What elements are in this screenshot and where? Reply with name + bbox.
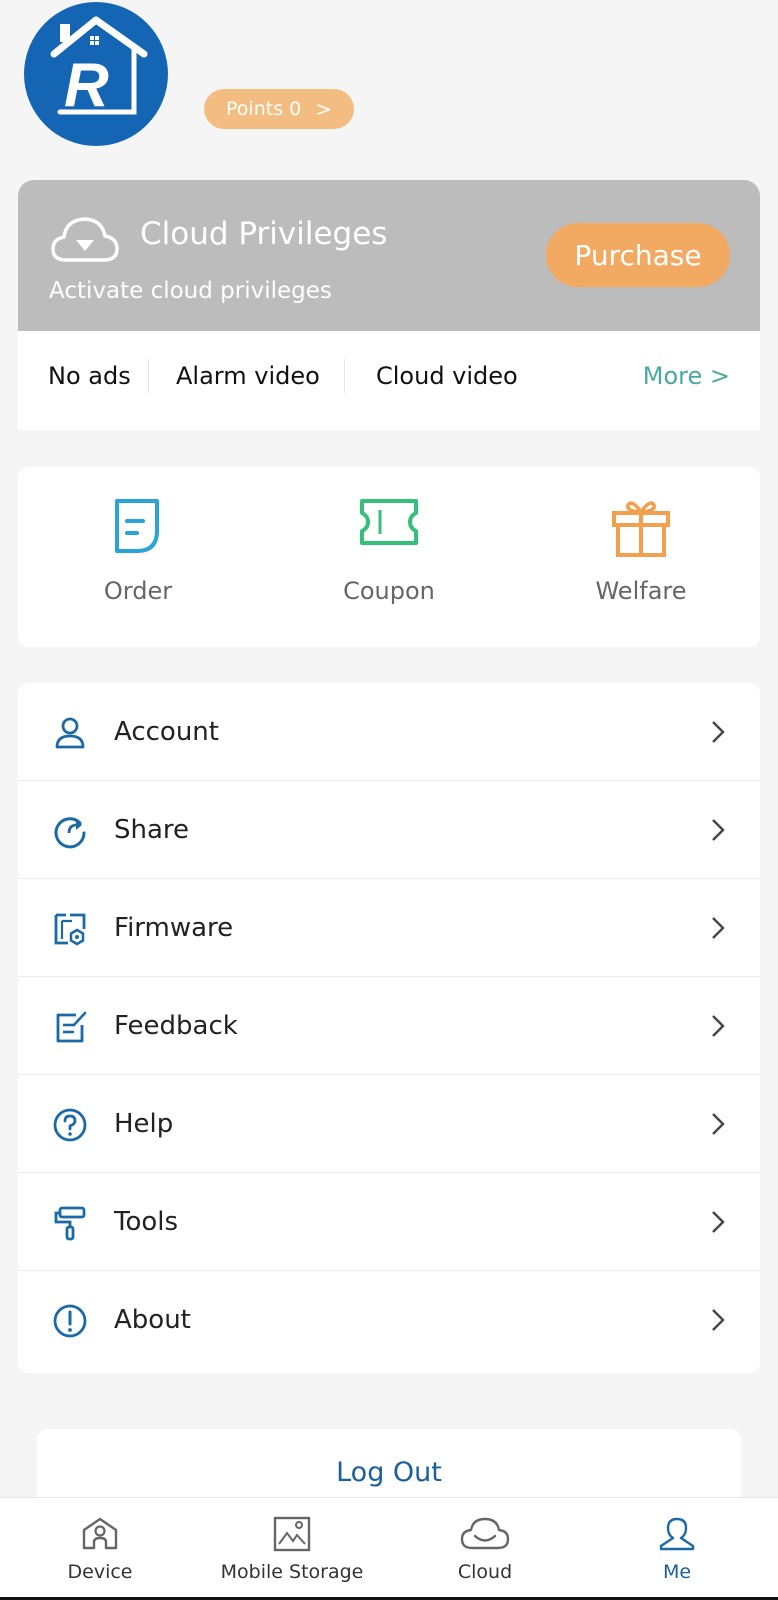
chevron-right-icon: > xyxy=(315,97,332,121)
coupon-ticket-icon xyxy=(360,499,418,545)
menu-item-label: Tools xyxy=(114,1207,179,1237)
perk-divider xyxy=(148,359,149,393)
help-question-icon xyxy=(53,1108,87,1142)
avatar[interactable]: R xyxy=(24,2,168,146)
quick-welfare-label: Welfare xyxy=(595,577,687,605)
menu-item-label: Share xyxy=(114,815,190,845)
menu-item-tools[interactable]: Tools xyxy=(18,1173,760,1271)
svg-text:R: R xyxy=(64,51,109,120)
quick-order[interactable]: Order xyxy=(38,467,238,647)
menu-item-account[interactable]: Account xyxy=(18,683,760,781)
feedback-edit-icon xyxy=(56,1011,87,1043)
home-device-icon xyxy=(82,1517,118,1550)
chevron-right-icon xyxy=(712,1015,725,1037)
tab-device-label: Device xyxy=(67,1561,133,1583)
cloud-privileges-title: Cloud Privileges xyxy=(140,216,388,252)
menu-item-label: Firmware xyxy=(114,913,234,943)
tab-device[interactable]: Device xyxy=(3,1498,197,1598)
menu-item-label: Feedback xyxy=(114,1011,238,1041)
perk-cloud-video: Cloud video xyxy=(376,362,518,390)
cloud-privileges-banner[interactable]: Cloud Privileges Activate cloud privileg… xyxy=(18,180,760,331)
tab-cloud-label: Cloud xyxy=(457,1561,513,1583)
info-exclamation-icon xyxy=(53,1304,87,1338)
tab-mobile-storage[interactable]: Mobile Storage xyxy=(195,1498,389,1598)
cloud-icon xyxy=(460,1517,510,1550)
points-button[interactable]: Points 0 > xyxy=(204,89,354,129)
settings-menu: Account Share Firmware Feedback Help Too… xyxy=(18,683,760,1373)
perk-no-ads: No ads xyxy=(48,362,131,390)
firmware-icon xyxy=(54,913,86,946)
image-gallery-icon xyxy=(273,1516,311,1552)
menu-item-label: About xyxy=(114,1305,191,1335)
menu-item-label: Help xyxy=(114,1109,174,1139)
person-icon xyxy=(659,1517,695,1551)
chevron-right-icon xyxy=(712,917,725,939)
cloud-privileges-card: Cloud Privileges Activate cloud privileg… xyxy=(18,180,760,430)
logout-label: Log Out xyxy=(336,1457,442,1488)
chevron-right-icon xyxy=(712,721,725,743)
quick-welfare[interactable]: Welfare xyxy=(541,467,741,647)
share-refresh-icon xyxy=(54,817,86,849)
user-icon xyxy=(55,717,85,749)
perk-alarm-video: Alarm video xyxy=(176,362,320,390)
chevron-right-icon xyxy=(712,1113,725,1135)
menu-item-help[interactable]: Help xyxy=(18,1075,760,1173)
menu-item-label: Account xyxy=(114,717,219,747)
purchase-button[interactable]: Purchase xyxy=(546,223,730,287)
quick-actions-card: Order Coupon Welfare xyxy=(18,467,760,647)
tab-cloud[interactable]: Cloud xyxy=(388,1498,582,1598)
menu-item-share[interactable]: Share xyxy=(18,781,760,879)
chevron-right-icon xyxy=(712,819,725,841)
profile-header: R Points 0 > xyxy=(0,0,778,170)
chevron-right-icon xyxy=(712,1211,725,1233)
menu-item-firmware[interactable]: Firmware xyxy=(18,879,760,977)
bottom-tab-bar: Device Mobile Storage Cloud Me xyxy=(0,1497,778,1600)
quick-coupon-label: Coupon xyxy=(343,577,435,605)
paint-roller-icon xyxy=(54,1206,86,1241)
cloud-privileges-subtitle: Activate cloud privileges xyxy=(49,278,332,304)
privilege-perks: No ads Alarm video Cloud video More > xyxy=(18,331,760,430)
tab-me-label: Me xyxy=(662,1561,692,1583)
points-label: Points 0 xyxy=(226,98,302,120)
perk-divider xyxy=(344,359,345,393)
house-r-logo-icon: R xyxy=(50,16,148,120)
tab-mobile-storage-label: Mobile Storage xyxy=(220,1561,364,1583)
order-document-icon xyxy=(115,499,159,553)
menu-item-feedback[interactable]: Feedback xyxy=(18,977,760,1075)
quick-order-label: Order xyxy=(103,577,173,605)
more-link[interactable]: More > xyxy=(643,362,730,390)
quick-coupon[interactable]: Coupon xyxy=(289,467,489,647)
menu-item-about[interactable]: About xyxy=(18,1271,760,1369)
cloud-diamond-icon xyxy=(51,217,119,262)
chevron-right-icon xyxy=(712,1309,725,1331)
tab-me[interactable]: Me xyxy=(580,1498,774,1598)
gift-icon xyxy=(612,501,670,557)
